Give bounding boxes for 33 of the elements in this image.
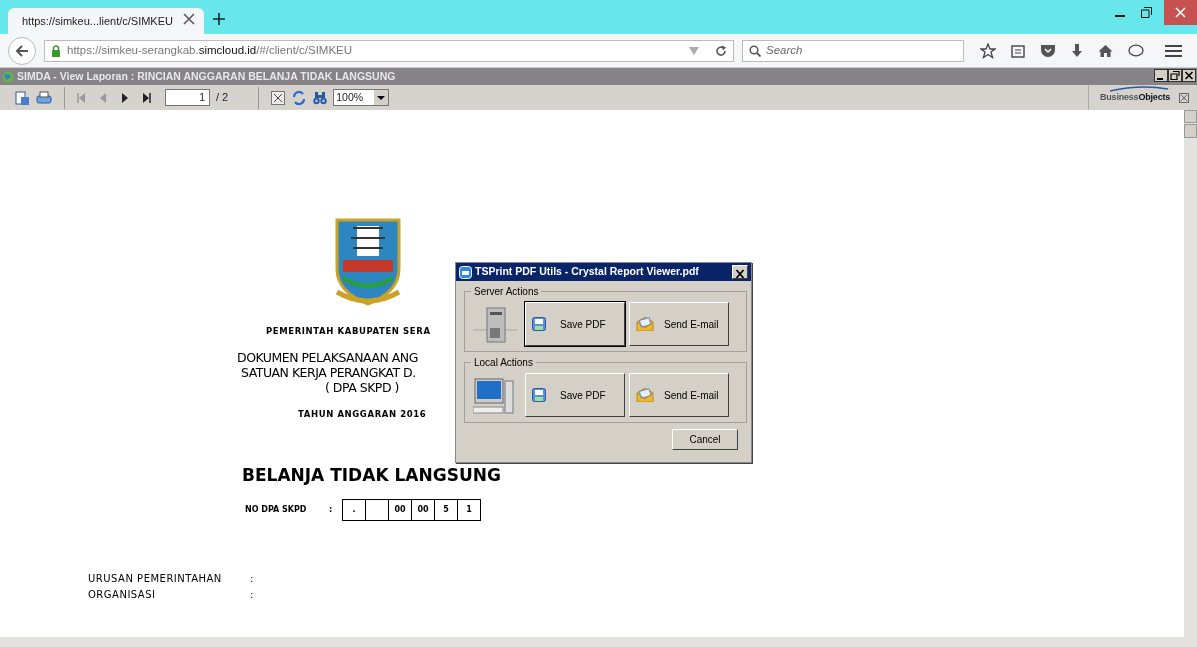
search-placeholder: Search bbox=[766, 42, 803, 58]
report-subtitle: PEMERINTAH KABUPATEN SERA bbox=[266, 326, 431, 337]
save-pdf-button[interactable]: Save PDF bbox=[525, 373, 625, 417]
table-cell: 00 bbox=[388, 498, 412, 521]
report-year: TAHUN ANGGARAN 2016 bbox=[298, 409, 427, 420]
field-label: ORGANISASI bbox=[88, 587, 157, 602]
send-email-button[interactable]: Send E-mail bbox=[629, 373, 729, 417]
colon: : bbox=[250, 571, 254, 586]
send-email-button[interactable]: Send E-mail bbox=[629, 302, 729, 346]
cancel-button[interactable]: Cancel bbox=[672, 429, 738, 450]
report-title: ( DPA SKPD ) bbox=[325, 380, 399, 396]
save-pdf-button[interactable]: Save PDF bbox=[525, 302, 625, 346]
table-cell: 5 bbox=[434, 498, 458, 521]
dpa-label: NO DPA SKPD bbox=[245, 503, 308, 516]
report-title: SATUAN KERJA PERANGKAT D. bbox=[241, 365, 416, 381]
report-title: DOKUMEN PELAKSANAAN ANG bbox=[237, 350, 418, 366]
tab-title: https://simkeu...lient/c/SIMKEU bbox=[22, 15, 173, 27]
browser-tab[interactable]: https://simkeu...lient/c/SIMKEU bbox=[8, 8, 204, 35]
page-total: / 2 bbox=[216, 90, 229, 106]
colon: : bbox=[250, 587, 254, 602]
dialog-title: TSPrint PDF Utils - Crystal Report Viewer.pdf bbox=[475, 264, 699, 280]
address-bar[interactable]: https://simkeu-serangkab.simcloud.id/#/client/c/SIMKEU bbox=[44, 39, 734, 62]
table-cell: 1 bbox=[457, 498, 481, 521]
table-cell: 00 bbox=[411, 498, 435, 521]
table-cell: . bbox=[342, 498, 366, 521]
search-field[interactable]: Search bbox=[742, 39, 964, 62]
zoom-dropdown[interactable]: 100% bbox=[333, 89, 390, 106]
app-title: SIMDA - View Laporan : RINCIAN ANGGARAN BELANJA TIDAK LANGSUNG bbox=[17, 68, 396, 84]
page-number-field[interactable]: 1 bbox=[165, 89, 210, 106]
field-label: URUSAN PEMERINTAHAN bbox=[88, 571, 223, 586]
section-title: BELANJA TIDAK LANGSUNG bbox=[242, 464, 501, 488]
colon: : bbox=[329, 503, 334, 516]
url-text: https://simkeu-serangkab.simcloud.id/#/client/c/SIMKEU bbox=[67, 42, 353, 58]
